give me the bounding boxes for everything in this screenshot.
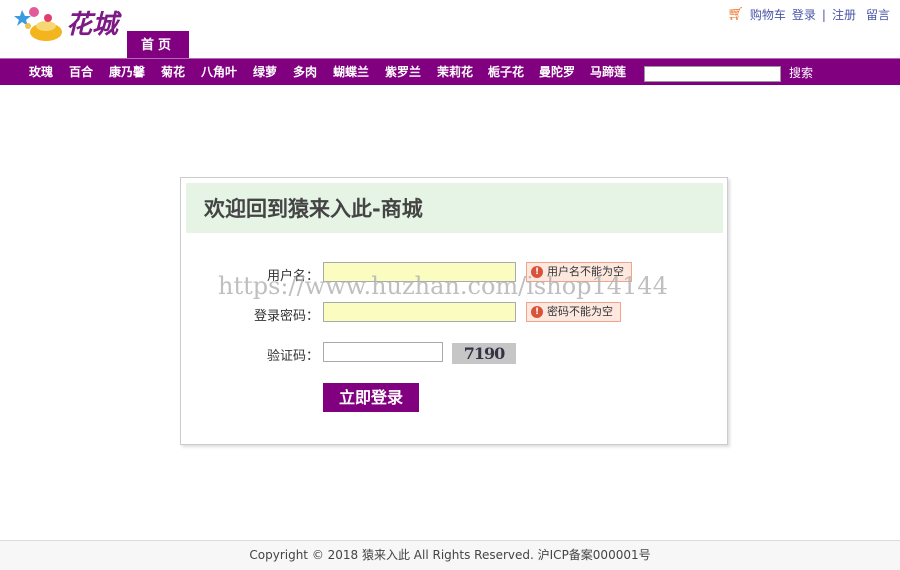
footer: Copyright © 2018 猿来入此 All Rights Reserve… bbox=[0, 540, 900, 570]
username-input[interactable] bbox=[323, 262, 516, 282]
username-label: 用户名： bbox=[266, 269, 319, 284]
flower-basket-icon bbox=[14, 7, 62, 41]
nav-item[interactable]: 八角叶 bbox=[201, 59, 237, 86]
separator: | bbox=[821, 7, 826, 22]
top-links: 🛒︎ 购物车 登录 | 注册 留言 bbox=[727, 6, 890, 23]
tab-home[interactable]: 首页 bbox=[127, 31, 189, 58]
cart-icon[interactable]: 🛒︎ bbox=[727, 7, 744, 22]
error-icon: ! bbox=[531, 266, 543, 278]
password-label: 登录密码： bbox=[253, 309, 319, 324]
captcha-image[interactable]: 7190 bbox=[452, 343, 516, 364]
register-link[interactable]: 注册 bbox=[832, 6, 856, 23]
message-link[interactable]: 留言 bbox=[866, 6, 890, 23]
captcha-label: 验证码： bbox=[266, 349, 319, 364]
username-error-text: 用户名不能为空 bbox=[547, 265, 624, 278]
nav-item[interactable]: 曼陀罗 bbox=[539, 59, 575, 86]
category-nav: 玫瑰 百合 康乃馨 菊花 八角叶 绿萝 多肉 蝴蝶兰 紫罗兰 茉莉花 栀子花 曼… bbox=[0, 58, 900, 85]
nav-item[interactable]: 蝴蝶兰 bbox=[333, 59, 369, 86]
nav-item[interactable]: 多肉 bbox=[293, 59, 317, 86]
login-button[interactable]: 立即登录 bbox=[323, 383, 419, 412]
search-input[interactable] bbox=[644, 66, 781, 82]
password-input[interactable] bbox=[323, 302, 516, 322]
nav-item[interactable]: 玫瑰 bbox=[29, 59, 53, 86]
error-icon: ! bbox=[531, 306, 543, 318]
login-panel: 欢迎回到猿来入此-商城 用户名： ! 用户名不能为空 登录密码： ! 密码不能为空 … bbox=[180, 177, 728, 445]
login-link[interactable]: 登录 bbox=[792, 6, 816, 23]
login-title: 欢迎回到猿来入此-商城 bbox=[186, 183, 723, 233]
nav-item[interactable]: 绿萝 bbox=[253, 59, 277, 86]
search-button[interactable]: 搜索 bbox=[789, 59, 813, 88]
password-error: ! 密码不能为空 bbox=[526, 302, 621, 322]
nav-item[interactable]: 栀子花 bbox=[488, 59, 524, 86]
password-error-text: 密码不能为空 bbox=[547, 305, 613, 318]
nav-item[interactable]: 百合 bbox=[69, 59, 93, 86]
nav-item[interactable]: 菊花 bbox=[161, 59, 185, 86]
nav-item[interactable]: 马蹄莲 bbox=[590, 59, 626, 86]
nav-item[interactable]: 康乃馨 bbox=[109, 59, 145, 86]
cart-link[interactable]: 购物车 bbox=[750, 6, 786, 23]
username-error: ! 用户名不能为空 bbox=[526, 262, 632, 282]
captcha-input[interactable] bbox=[323, 342, 443, 362]
nav-item[interactable]: 紫罗兰 bbox=[385, 59, 421, 86]
nav-item[interactable]: 茉莉花 bbox=[437, 59, 473, 86]
logo-text: 花城 bbox=[66, 10, 119, 40]
